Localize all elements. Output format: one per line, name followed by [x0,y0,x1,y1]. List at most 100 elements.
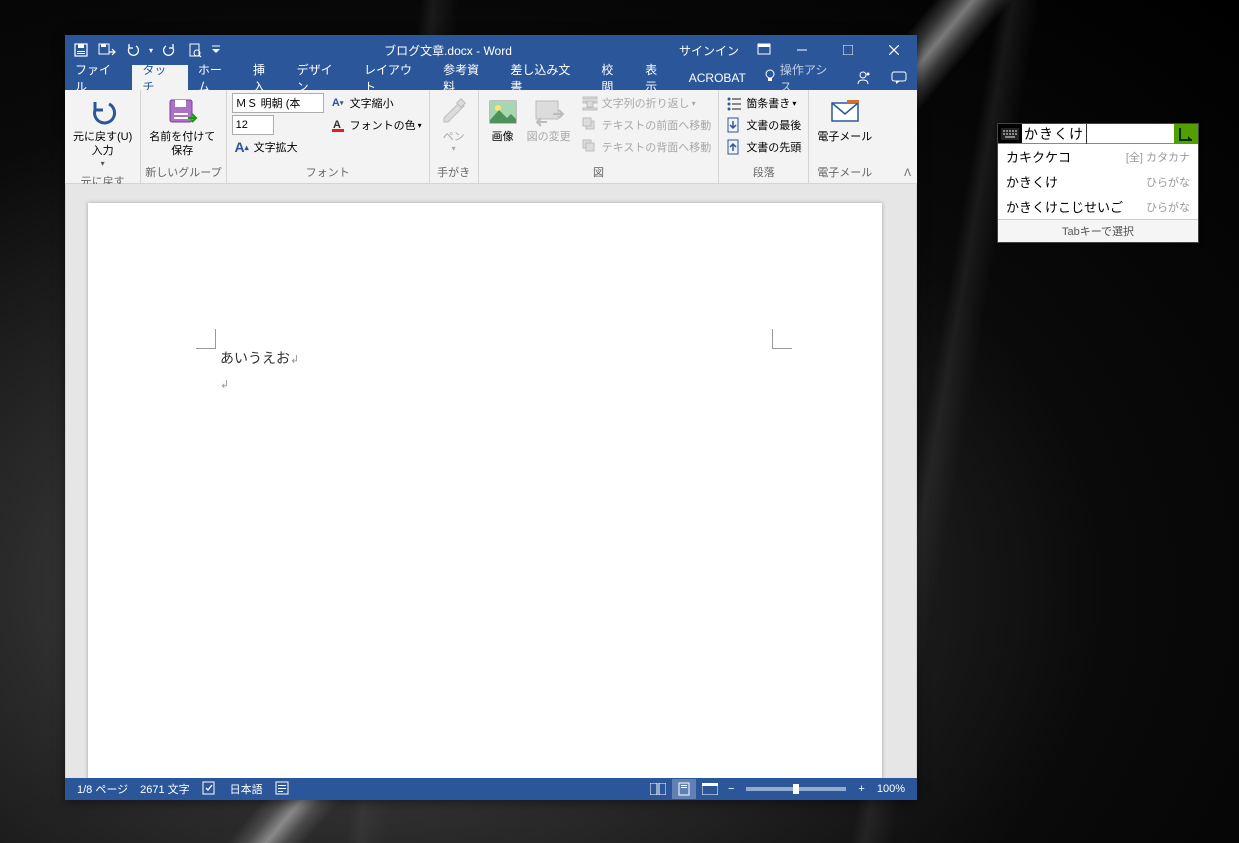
save-send-button[interactable] [95,37,119,63]
web-layout-button[interactable] [698,779,722,799]
tab-acrobat[interactable]: ACROBAT [679,65,756,90]
tab-home[interactable]: ホーム [188,65,243,90]
redo-button[interactable] [157,37,181,63]
ribbon-group-font: A▴ 文字拡大 A▾ 文字縮小 A フォントの色 ▾ [227,90,430,183]
email-label: 電子メール [817,130,872,144]
ime-candidate-text: かきくけ [1006,172,1058,191]
font-color-label: フォントの色 [350,117,416,133]
doc-start-label: 文書の先頭 [746,139,801,155]
enlarge-label: 文字拡大 [254,139,298,155]
zoom-out-button[interactable]: − [724,783,738,795]
ribbon-group-draw: ペン ▾ 手がき [430,90,479,183]
document-content[interactable]: あいうえお↲ ↲ [220,347,299,397]
signin-link[interactable]: サインイン [669,42,749,59]
close-button[interactable] [871,35,917,65]
tab-insert[interactable]: 挿入 [243,65,287,90]
print-layout-button[interactable] [672,779,696,799]
tab-design[interactable]: デザイン [287,65,354,90]
window-title: ブログ文章.docx - Word [227,42,669,59]
undo-dropdown-icon[interactable]: ▾ [147,46,155,55]
save-as-label: 名前を付けて 保存 [149,130,215,159]
tab-references[interactable]: 参考資料 [433,65,500,90]
doc-end-icon [726,117,742,133]
bullets-icon [726,95,742,111]
save-as-button[interactable]: 名前を付けて 保存 [145,92,219,161]
ime-candidate-0[interactable]: カキクケコ [全] カタカナ [998,144,1198,169]
document-area[interactable]: あいうえお↲ ↲ [65,184,917,778]
ribbon-group-picture: 画像 図の変更 文字列の折り返し▾ [479,90,720,183]
picture-button[interactable]: 画像 [483,92,523,160]
ribbon-group-new: 名前を付けて 保存 新しいグループ [141,90,226,183]
doc-start-icon [726,139,742,155]
comments-button[interactable] [881,71,917,85]
save-button[interactable] [69,37,93,63]
undo-input-label: 元に戻す(U) 入力 [73,130,132,159]
send-back-icon [582,139,598,155]
font-color-button[interactable]: A フォントの色 ▾ [327,114,425,136]
ime-keyboard-icon[interactable] [998,124,1022,143]
email-icon [829,96,861,128]
zoom-level[interactable]: 100% [871,783,911,795]
quick-access-toolbar: ▾ [65,37,227,63]
tab-layout[interactable]: レイアウト [354,65,433,90]
print-preview-button[interactable] [183,37,207,63]
ribbon-group-email: 電子メール 電子メール [809,90,880,183]
font-color-icon: A [330,117,346,133]
draw-group-label: 手がき [434,162,474,183]
ime-candidate-1[interactable]: かきくけ ひらがな [998,169,1198,194]
wrap-label: 文字列の折り返し [602,95,690,111]
ime-header: かきくけ [998,124,1198,144]
ime-candidate-popup: かきくけ カキクケコ [全] カタカナ かきくけ ひらがな かきくけこじせいご … [997,123,1199,243]
dropdown-arrow-icon: ▾ [101,159,105,169]
undo-arrow-icon [87,96,119,128]
dropdown-arrow-icon: ▾ [452,144,456,154]
picture-label: 画像 [492,130,514,144]
font-group-label: フォント [231,162,425,183]
undo-input-button[interactable]: 元に戻す(U) 入力 ▾ [69,92,136,171]
read-mode-button[interactable] [646,779,670,799]
email-button[interactable]: 電子メール [813,92,876,160]
customize-qat-icon[interactable] [209,37,223,63]
accessibility-icon[interactable] [269,781,295,798]
bullets-button[interactable]: 箇条書き▾ [723,92,804,114]
tab-review[interactable]: 校閲 [591,65,635,90]
doc-start-button[interactable]: 文書の先頭 [723,136,804,158]
font-size-input[interactable] [232,115,274,135]
email-group-label: 電子メール [813,162,876,183]
spellcheck-icon[interactable] [196,781,224,798]
language-status[interactable]: 日本語 [224,781,269,797]
doc-end-button[interactable]: 文書の最後 [723,114,804,136]
enlarge-font-button[interactable]: A▴ 文字拡大 [231,136,325,158]
margin-corner-tr [772,329,792,349]
word-count[interactable]: 2671 文字 [134,781,196,797]
pen-icon [438,96,470,128]
ime-expand-icon[interactable] [1174,124,1198,143]
page-status[interactable]: 1/8 ページ [71,781,134,797]
undo-button[interactable] [121,37,145,63]
zoom-slider-thumb[interactable] [793,784,799,794]
document-page[interactable]: あいうえお↲ ↲ [88,203,882,778]
enlarge-a-icon: A▴ [234,139,250,155]
doc-end-label: 文書の最後 [746,117,801,133]
lightbulb-icon [764,69,776,86]
tab-view[interactable]: 表示 [635,65,679,90]
dropdown-arrow-icon: ▾ [418,121,422,130]
pen-button: ペン ▾ [434,92,474,160]
zoom-in-button[interactable]: + [854,783,868,795]
save-as-icon [166,96,198,128]
collapse-ribbon-icon[interactable]: ᐱ [904,168,911,179]
zoom-slider[interactable] [746,787,846,791]
shrink-a-icon: A▾ [330,95,346,111]
tab-file[interactable]: ファイル [65,65,132,90]
share-button[interactable] [845,70,881,86]
change-picture-label: 図の変更 [527,130,571,144]
bring-front-icon [582,117,598,133]
ribbon-group-undo: 元に戻す(U) 入力 ▾ 元に戻す [65,90,141,183]
tab-touch[interactable]: タッチ [132,65,188,90]
tab-mailings[interactable]: 差し込み文書 [500,65,591,90]
ime-candidate-text: カキクケコ [1006,147,1071,166]
send-back-button: テキストの背面へ移動 [579,136,715,158]
ime-candidate-2[interactable]: かきくけこじせいご ひらがな [998,194,1198,219]
shrink-font-button[interactable]: A▾ 文字縮小 [327,92,425,114]
font-name-input[interactable] [232,93,324,113]
